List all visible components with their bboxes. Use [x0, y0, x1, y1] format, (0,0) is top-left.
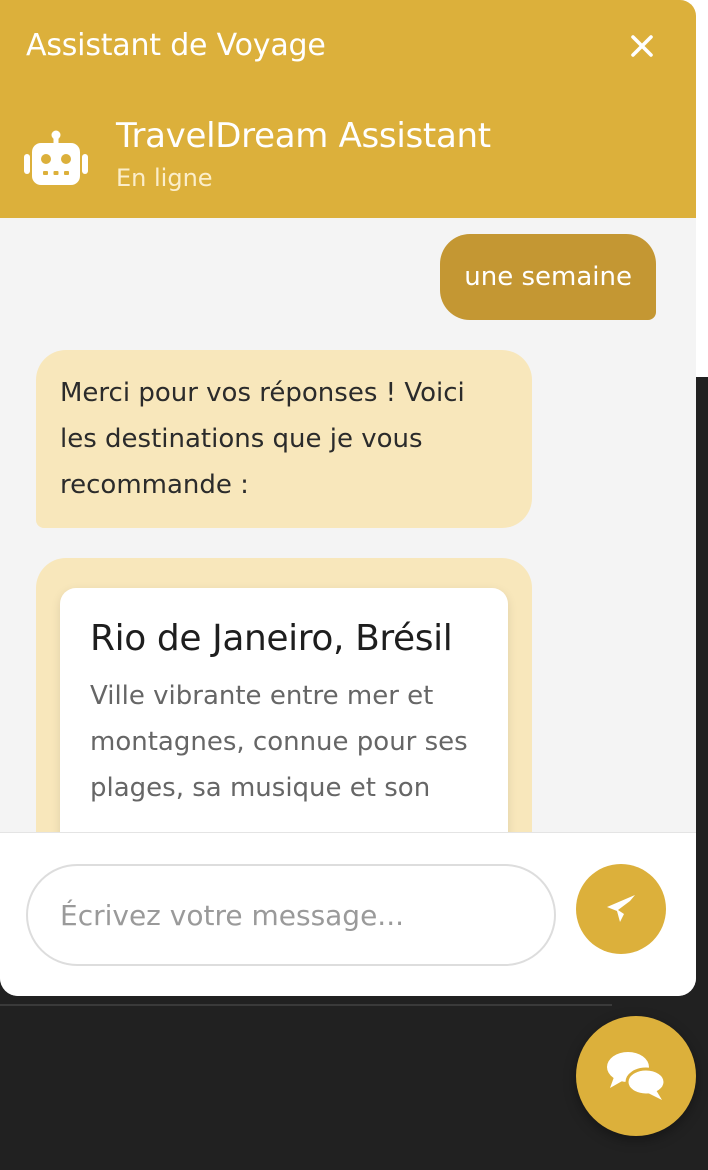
close-icon: [631, 35, 653, 57]
chat-window: Assistant de Voyage TravelDream Assistan…: [0, 0, 696, 996]
chat-header: Assistant de Voyage TravelDream Assistan…: [0, 0, 696, 218]
paper-plane-icon: [607, 895, 635, 922]
send-button[interactable]: [576, 864, 666, 954]
chat-launcher-button[interactable]: [576, 1016, 696, 1136]
message-list[interactable]: une semaine Merci pour vos réponses ! Vo…: [0, 218, 696, 832]
bot-name: TravelDream Assistant: [116, 116, 491, 156]
page-divider: [0, 1004, 612, 1006]
robot-icon: [24, 130, 88, 185]
message-input[interactable]: [26, 864, 556, 966]
destination-description: Ville vibrante entre mer et montagnes, c…: [90, 681, 468, 803]
chat-title: Assistant de Voyage: [26, 28, 326, 63]
chat-bubbles-icon: [607, 1052, 667, 1100]
bot-recommendations: Rio de Janeiro, Brésil Ville vibrante en…: [36, 558, 532, 832]
destination-card[interactable]: Rio de Janeiro, Brésil Ville vibrante en…: [60, 588, 508, 832]
bot-status: En ligne: [116, 164, 213, 192]
close-button[interactable]: [622, 26, 662, 66]
user-message: une semaine: [440, 234, 656, 320]
input-bar: [0, 832, 696, 996]
destination-name: Rio de Janeiro, Brésil: [90, 618, 453, 659]
bot-message: Merci pour vos réponses ! Voici les dest…: [36, 350, 532, 528]
